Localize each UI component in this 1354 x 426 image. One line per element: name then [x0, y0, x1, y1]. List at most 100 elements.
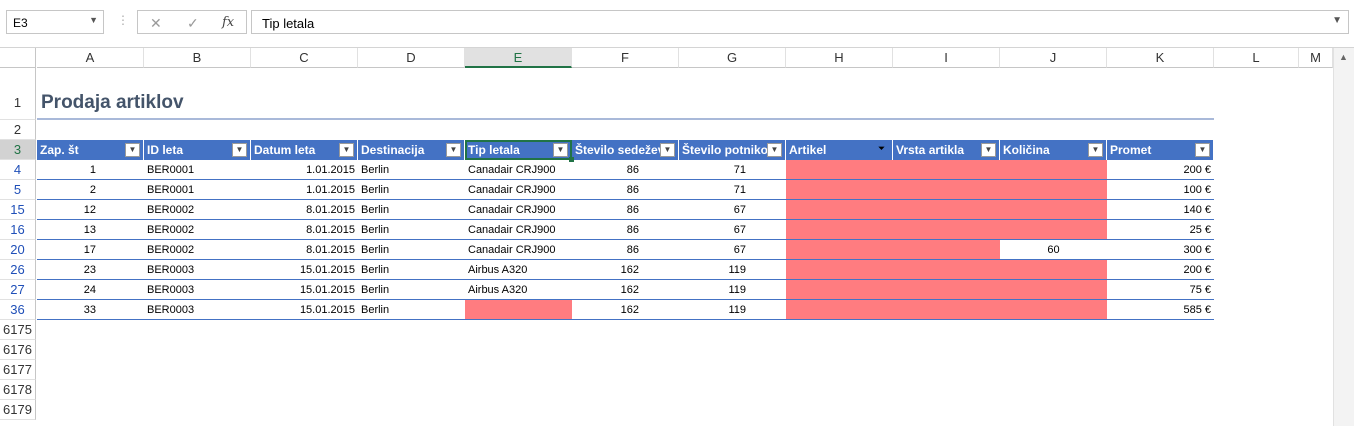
table-cell[interactable]: BER0002	[144, 240, 251, 260]
table-header-cell[interactable]: Število potnikov ▼	[679, 140, 786, 160]
table-cell[interactable]: 119	[679, 260, 786, 280]
column-header-j[interactable]: J	[1000, 48, 1107, 68]
table-cell[interactable]: 8.01.2015	[251, 240, 358, 260]
table-cell[interactable]: Canadair CRJ900	[465, 240, 572, 260]
table-cell[interactable]: 67	[679, 200, 786, 220]
row-header[interactable]: 5	[0, 180, 36, 200]
table-header-cell[interactable]: Število sedežev ▼	[572, 140, 679, 160]
table-cell[interactable]: BER0001	[144, 160, 251, 180]
filter-dropdown-icon[interactable]: ▼	[1195, 143, 1210, 157]
table-cell[interactable]: 17	[37, 240, 144, 260]
chevron-down-icon[interactable]: ▼	[89, 15, 98, 25]
table-cell[interactable]: 119	[679, 280, 786, 300]
table-cell[interactable]: 1.01.2015	[251, 180, 358, 200]
insert-function-icon[interactable]: fx	[222, 15, 234, 30]
table-cell[interactable]	[1000, 260, 1107, 280]
table-cell[interactable]	[1000, 200, 1107, 220]
table-cell[interactable]: 24	[37, 280, 144, 300]
table-cell[interactable]: Berlin	[358, 200, 465, 220]
select-all-corner[interactable]	[0, 48, 36, 68]
column-header-d[interactable]: D	[358, 48, 465, 68]
table-cell[interactable]	[1000, 160, 1107, 180]
table-cell[interactable]: BER0003	[144, 280, 251, 300]
row-header[interactable]: 27	[0, 280, 36, 300]
row-header[interactable]: 2	[0, 120, 36, 140]
row-header[interactable]: 15	[0, 200, 36, 220]
table-cell[interactable]: 86	[572, 220, 679, 240]
table-cell[interactable]: Berlin	[358, 260, 465, 280]
filter-dropdown-icon[interactable]: ▼	[660, 143, 675, 157]
table-cell[interactable]: 200 €	[1107, 160, 1214, 180]
table-cell[interactable]: 67	[679, 220, 786, 240]
column-header-l[interactable]: L	[1214, 48, 1299, 68]
table-cell[interactable]: BER0003	[144, 300, 251, 320]
spreadsheet-grid[interactable]: ABCDEFGHIJKLM 1 2 3 4 5 15 16 20 26 27 36 6175 6176 6…	[0, 48, 1354, 426]
table-cell[interactable]	[1000, 180, 1107, 200]
formula-input[interactable]: Tip letala ▼	[251, 10, 1349, 34]
table-cell[interactable]: 162	[572, 280, 679, 300]
table-header-cell[interactable]: Datum leta ▼	[251, 140, 358, 160]
table-cell[interactable]: 15.01.2015	[251, 280, 358, 300]
table-cell[interactable]: BER0002	[144, 220, 251, 240]
cancel-icon[interactable]: ✕	[150, 15, 162, 32]
table-cell[interactable]: 585 €	[1107, 300, 1214, 320]
table-cell[interactable]: 1	[37, 160, 144, 180]
table-cell[interactable]: Canadair CRJ900	[465, 200, 572, 220]
column-header-e[interactable]: E	[465, 48, 572, 68]
row-header[interactable]: 26	[0, 260, 36, 280]
filter-dropdown-icon[interactable]: ▼	[446, 143, 461, 157]
table-cell[interactable]	[1000, 280, 1107, 300]
table-cell[interactable]: 15.01.2015	[251, 260, 358, 280]
enter-icon[interactable]: ✓	[187, 15, 199, 32]
table-cell[interactable]: 75 €	[1107, 280, 1214, 300]
name-box[interactable]: E3 ▼	[6, 10, 104, 34]
table-header-cell[interactable]: Artikel ⏷	[786, 140, 893, 160]
table-cell[interactable]: 300 €	[1107, 240, 1214, 260]
filter-dropdown-icon[interactable]: ▼	[767, 143, 782, 157]
table-cell[interactable]: 23	[37, 260, 144, 280]
table-cell[interactable]: Airbus A320	[465, 260, 572, 280]
column-header-m[interactable]: M	[1299, 48, 1333, 68]
table-cell[interactable]: 71	[679, 180, 786, 200]
table-cell[interactable]: BER0002	[144, 200, 251, 220]
table-cell[interactable]: Canadair CRJ900	[465, 180, 572, 200]
table-cell[interactable]: Berlin	[358, 300, 465, 320]
row-header[interactable]: 1	[0, 68, 36, 120]
table-cell[interactable]: 13	[37, 220, 144, 240]
table-cell[interactable]	[1000, 220, 1107, 240]
table-header-cell[interactable]: Vrsta artikla ▼	[893, 140, 1000, 160]
column-header-g[interactable]: G	[679, 48, 786, 68]
row-header[interactable]: 3	[0, 140, 36, 160]
filter-dropdown-icon[interactable]: ▼	[125, 143, 140, 157]
table-cell[interactable]: 200 €	[1107, 260, 1214, 280]
table-cell[interactable]: 25 €	[1107, 220, 1214, 240]
table-cell[interactable]: 140 €	[1107, 200, 1214, 220]
table-cell[interactable]: 86	[572, 240, 679, 260]
table-cell[interactable]: 86	[572, 200, 679, 220]
column-header-f[interactable]: F	[572, 48, 679, 68]
row-header[interactable]: 6175	[0, 320, 36, 340]
row-header[interactable]: 36	[0, 300, 36, 320]
table-cell[interactable]: Berlin	[358, 280, 465, 300]
row-header[interactable]: 6177	[0, 360, 36, 380]
filter-dropdown-icon[interactable]: ▼	[553, 143, 568, 157]
table-cell[interactable]: 162	[572, 260, 679, 280]
table-cell[interactable]: 100 €	[1107, 180, 1214, 200]
column-header-a[interactable]: A	[37, 48, 144, 68]
table-cell[interactable]: BER0001	[144, 180, 251, 200]
table-cell[interactable]: 12	[37, 200, 144, 220]
table-cell[interactable]: 15.01.2015	[251, 300, 358, 320]
row-header[interactable]: 20	[0, 240, 36, 260]
table-cell[interactable]: BER0003	[144, 260, 251, 280]
column-header-i[interactable]: I	[893, 48, 1000, 68]
row-header[interactable]: 6179	[0, 400, 36, 420]
scroll-up-icon[interactable]: ▲	[1339, 52, 1348, 62]
table-header-cell[interactable]: Destinacija ▼	[358, 140, 465, 160]
row-header[interactable]: 4	[0, 160, 36, 180]
table-cell[interactable]: 8.01.2015	[251, 200, 358, 220]
table-header-cell[interactable]: Zap. št ▼	[37, 140, 144, 160]
table-cell[interactable]: Canadair CRJ900	[465, 220, 572, 240]
column-header-k[interactable]: K	[1107, 48, 1214, 68]
table-cell[interactable]: 1.01.2015	[251, 160, 358, 180]
table-cell[interactable]	[1000, 300, 1107, 320]
